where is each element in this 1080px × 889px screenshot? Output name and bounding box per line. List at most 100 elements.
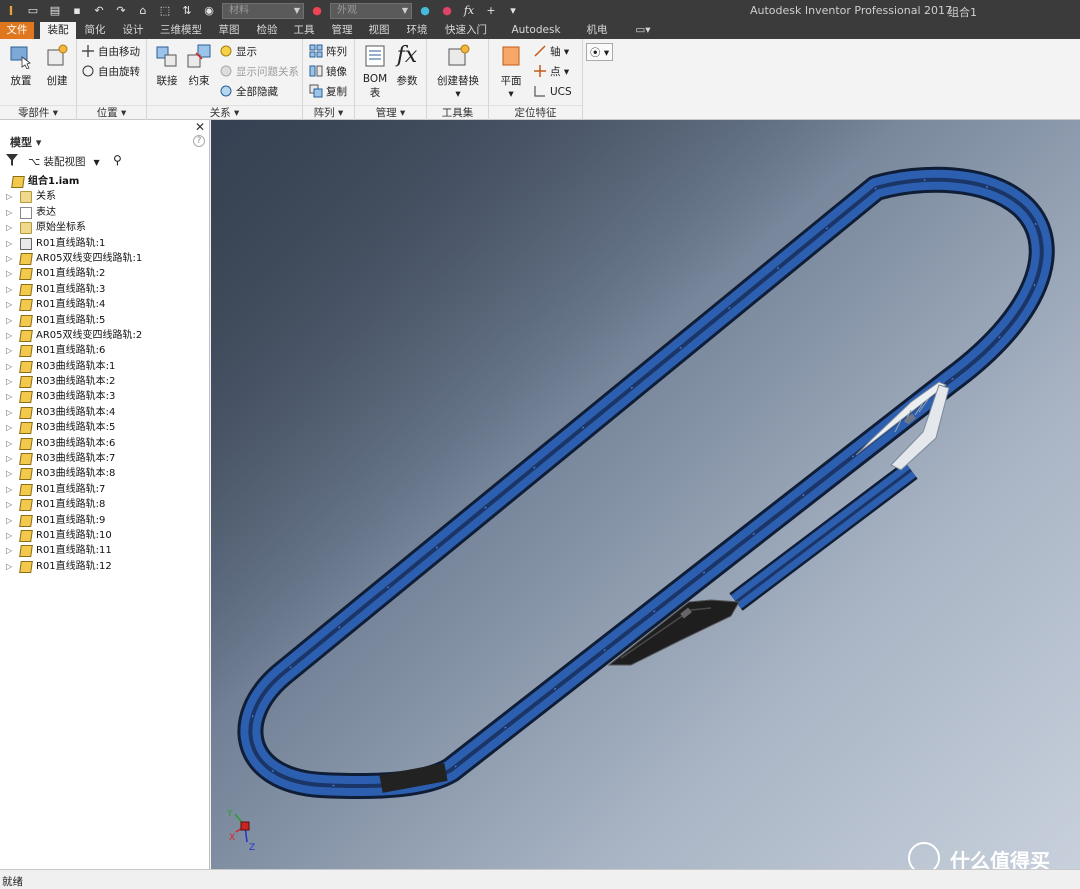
expand-chevron-icon[interactable]: ▷	[6, 482, 12, 497]
tree-row[interactable]: ▷ R01直线路轨:4	[0, 297, 209, 312]
tree-row[interactable]: ▷ AR05双线变四线路轨:1	[0, 251, 209, 266]
update-icon[interactable]: ⇅	[178, 3, 196, 19]
panel-label-pattern[interactable]: 阵列 ▾	[303, 105, 354, 119]
expand-chevron-icon[interactable]: ▷	[6, 543, 12, 558]
tree-row[interactable]: ▷ R01直线路轨:10	[0, 528, 209, 543]
binoculars-icon[interactable]: ⚲	[113, 153, 122, 167]
tab-simplify[interactable]: 简化	[78, 22, 112, 39]
dark-track-segment[interactable]	[379, 763, 448, 793]
expand-chevron-icon[interactable]: ▷	[6, 266, 12, 281]
help-icon[interactable]: ?	[193, 135, 205, 147]
filter-icon[interactable]	[6, 154, 18, 166]
tree-row[interactable]: ▷ 原始坐标系	[0, 220, 209, 235]
expand-chevron-icon[interactable]: ▷	[6, 297, 12, 312]
tab-assemble[interactable]: 装配	[40, 22, 76, 39]
expand-chevron-icon[interactable]: ▷	[6, 374, 12, 389]
browser-title[interactable]: 模型 ▾	[10, 134, 41, 150]
tree-row[interactable]: ▷ R03曲线路轨本:7	[0, 451, 209, 466]
tab-sketch[interactable]: 草图	[212, 22, 246, 39]
tab-get-started[interactable]: 快速入门	[440, 22, 492, 39]
joint-button[interactable]: 联接	[149, 43, 185, 88]
tree-row[interactable]: ▷ R03曲线路轨本:5	[0, 420, 209, 435]
hide-all-button[interactable]: 全部隐藏	[219, 83, 278, 101]
appearance-select[interactable]: 外观 ▼	[330, 3, 412, 19]
expand-chevron-icon[interactable]: ▷	[6, 220, 12, 235]
fx-icon[interactable]: fx	[460, 3, 478, 19]
panel-label-work-features[interactable]: 定位特征	[489, 105, 582, 119]
panel-label-position[interactable]: 位置 ▾	[77, 105, 146, 119]
parameters-button[interactable]: fx 参数	[389, 43, 425, 88]
open-file-icon[interactable]: ▤	[46, 3, 64, 19]
adjust-appearance-icon[interactable]: ●	[416, 3, 434, 19]
expand-chevron-icon[interactable]: ▷	[6, 282, 12, 297]
create-substitute-button[interactable]: 创建替换 ▾	[437, 43, 479, 100]
ribbon-display-options-icon[interactable]: ▭▾	[628, 22, 658, 39]
expand-chevron-icon[interactable]: ▷	[6, 528, 12, 543]
clear-appearance-icon[interactable]: ●	[438, 3, 456, 19]
expand-chevron-icon[interactable]: ▷	[6, 205, 12, 220]
tree-row[interactable]: ▷ R01直线路轨:6	[0, 343, 209, 358]
panel-label-component[interactable]: 零部件 ▾	[0, 105, 76, 119]
tab-tools[interactable]: 工具	[287, 22, 321, 39]
assembly-view-select[interactable]: ⌥ 装配视图 ▼	[28, 154, 100, 169]
panel-label-relationships[interactable]: 关系 ▾	[147, 105, 302, 119]
inventor-logo-icon[interactable]: I	[2, 1, 20, 21]
tree-row[interactable]: ▷ R03曲线路轨本:8	[0, 466, 209, 481]
tree-row[interactable]: ▷ R01直线路轨:5	[0, 313, 209, 328]
axis-button[interactable]: 轴 ▾	[533, 43, 569, 61]
constrain-button[interactable]: 约束	[181, 43, 217, 88]
expand-chevron-icon[interactable]: ▷	[6, 436, 12, 451]
save-icon[interactable]: ▪	[68, 3, 86, 19]
tab-3d-model[interactable]: 三维模型	[155, 22, 207, 39]
expand-chevron-icon[interactable]: ▷	[6, 405, 12, 420]
project-icon[interactable]: ◉	[200, 3, 218, 19]
expand-chevron-icon[interactable]: ▷	[6, 559, 12, 574]
expand-chevron-icon[interactable]: ▷	[6, 189, 12, 204]
select-icon[interactable]: ⬚	[156, 3, 174, 19]
expand-chevron-icon[interactable]: ▷	[6, 451, 12, 466]
tab-view[interactable]: 视图	[362, 22, 396, 39]
tree-row[interactable]: ▷ R03曲线路轨本:6	[0, 436, 209, 451]
tree-row[interactable]: ▷ R01直线路轨:11	[0, 543, 209, 558]
tree-row[interactable]: ▷ R01直线路轨:2	[0, 266, 209, 281]
tree-row[interactable]: 组合1.iam	[0, 174, 209, 189]
tab-manage[interactable]: 管理	[325, 22, 359, 39]
tree-row[interactable]: ▷ R01直线路轨:12	[0, 559, 209, 574]
panel-label-productivity[interactable]: 工具集	[427, 105, 488, 119]
tree-row[interactable]: ▷ AR05双线变四线路轨:2	[0, 328, 209, 343]
create-button[interactable]: 创建	[39, 43, 75, 88]
close-icon[interactable]: ✕	[195, 120, 205, 134]
panel-label-manage[interactable]: 管理 ▾	[355, 105, 426, 119]
tree-row[interactable]: ▷ R03曲线路轨本:3	[0, 389, 209, 404]
graphics-viewport[interactable]: Y X Z	[211, 120, 1080, 869]
undo-icon[interactable]: ↶	[90, 3, 108, 19]
copy-button[interactable]: 复制	[309, 83, 347, 101]
expand-chevron-icon[interactable]: ▷	[6, 343, 12, 358]
tree-row[interactable]: ▷ R01直线路轨:9	[0, 513, 209, 528]
tab-inspect[interactable]: 检验	[250, 22, 284, 39]
tab-electromechanical[interactable]: 机电	[580, 22, 614, 39]
plane-button[interactable]: 平面 ▾	[493, 43, 529, 100]
ribbon-options-dropdown[interactable]: ⦿ ▾	[586, 43, 614, 61]
tree-row[interactable]: ▷ R03曲线路轨本:1	[0, 359, 209, 374]
tree-row[interactable]: ▷ 表达	[0, 205, 209, 220]
tab-design[interactable]: 设计	[116, 22, 150, 39]
track-assembly-model[interactable]: Y X Z	[211, 120, 1080, 869]
expand-chevron-icon[interactable]: ▷	[6, 513, 12, 528]
tree-row[interactable]: ▷ R03曲线路轨本:4	[0, 405, 209, 420]
expand-chevron-icon[interactable]: ▷	[6, 466, 12, 481]
bom-button[interactable]: BOM 表	[357, 43, 393, 100]
point-button[interactable]: 点 ▾	[533, 63, 569, 81]
place-button[interactable]: 放置	[3, 43, 39, 88]
expand-chevron-icon[interactable]: ▷	[6, 420, 12, 435]
expand-chevron-icon[interactable]: ▷	[6, 251, 12, 266]
tab-file[interactable]: 文件	[0, 22, 34, 39]
pattern-button[interactable]: 阵列	[309, 43, 347, 61]
plus-icon[interactable]: +	[482, 3, 500, 19]
expand-chevron-icon[interactable]: ▷	[6, 359, 12, 374]
expand-chevron-icon[interactable]: ▷	[6, 328, 12, 343]
tree-row[interactable]: ▷ R01直线路轨:8	[0, 497, 209, 512]
new-file-icon[interactable]: ▭	[24, 3, 42, 19]
tree-row[interactable]: ▷ R01直线路轨:7	[0, 482, 209, 497]
tree-row[interactable]: ▷ R01直线路轨:1	[0, 236, 209, 251]
